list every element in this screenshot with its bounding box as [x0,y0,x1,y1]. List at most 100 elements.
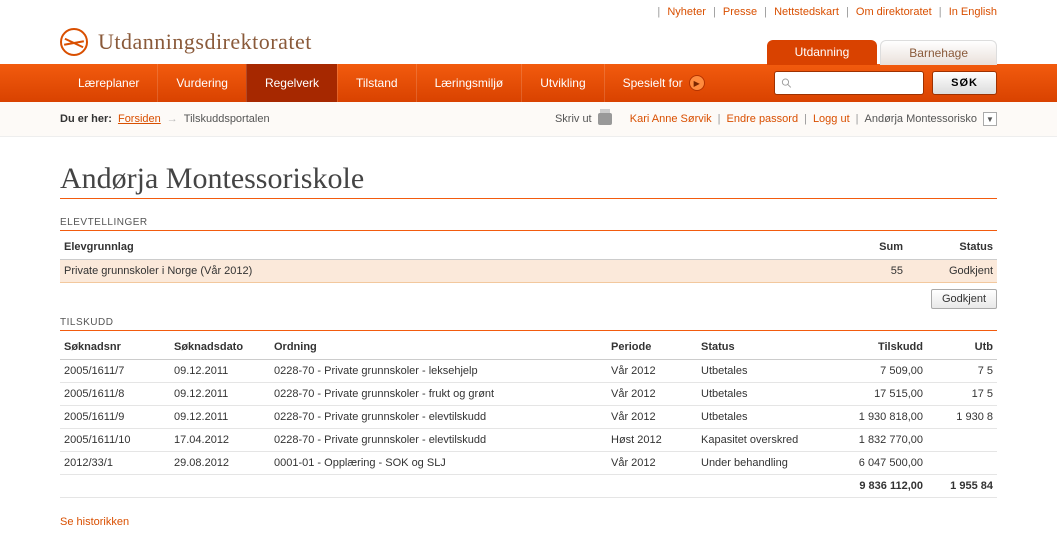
nav-laringsmiljo[interactable]: Læringsmiljø [416,64,522,102]
change-password[interactable]: Endre passord [727,113,799,125]
table-row[interactable]: 2012/33/129.08.20120001-01 - Opplæring -… [60,452,997,475]
toplink-nettstedskart[interactable]: Nettstedskart [774,6,839,18]
cell-dato: 09.12.2011 [170,383,270,406]
main-nav: Læreplaner Vurdering Regelverk Tilstand … [0,64,1057,102]
nav-spesielt-label: Spesielt for [623,76,683,90]
cell-ordning: 0228-70 - Private grunnskoler - elevtils… [270,429,607,452]
cell-status: Kapasitet overskred [697,429,827,452]
elev-grunnlag: Private grunnskoler i Norge (Vår 2012) [60,260,827,283]
col-ordning: Ordning [270,335,607,360]
cell-status: Utbetales [697,406,827,429]
toplink-om[interactable]: Om direktoratet [856,6,932,18]
cell-ordning: 0228-70 - Private grunnskoler - leksehje… [270,360,607,383]
cell-dato: 29.08.2012 [170,452,270,475]
cell-nr: 2005/1611/8 [60,383,170,406]
cell-periode: Vår 2012 [607,406,697,429]
header: Utdanningsdirektoratet Utdanning Barneha… [0,18,1057,64]
col-sum: Sum [827,235,907,260]
total-utb: 1 955 84 [927,475,997,498]
search-box[interactable] [774,71,924,95]
col-soknadsnr: Søknadsnr [60,335,170,360]
nav-spesielt-for[interactable]: Spesielt for ▶ [604,64,723,102]
table-row[interactable]: 2005/1611/709.12.20110228-70 - Private g… [60,360,997,383]
cell-periode: Vår 2012 [607,452,697,475]
cell-tilskudd: 17 515,00 [827,383,927,406]
col-periode: Periode [607,335,697,360]
nav-regelverk[interactable]: Regelverk [246,64,337,102]
cell-utb: 7 5 [927,360,997,383]
table-row[interactable]: 2005/1611/809.12.20110228-70 - Private g… [60,383,997,406]
cell-nr: 2012/33/1 [60,452,170,475]
brand-text: Utdanningsdirektoratet [98,29,312,55]
cell-status: Utbetales [697,360,827,383]
elev-sum: 55 [827,260,907,283]
org-dropdown-icon[interactable]: ▼ [983,112,997,126]
search-icon [781,77,792,89]
nav-search: SØK [774,64,1057,102]
cell-ordning: 0228-70 - Private grunnskoler - elevtils… [270,406,607,429]
page-title: Andørja Montessoriskole [60,162,997,199]
arrow-icon: → [167,113,178,125]
elev-row[interactable]: Private grunnskoler i Norge (Vår 2012) 5… [60,260,997,283]
logout[interactable]: Logg ut [813,113,850,125]
cell-nr: 2005/1611/7 [60,360,170,383]
col-elevgrunnlag: Elevgrunnlag [60,235,827,260]
nav-vurdering[interactable]: Vurdering [157,64,246,102]
tab-barnehage[interactable]: Barnehage [880,40,997,65]
historikk-link[interactable]: Se historikken [60,516,129,528]
elev-table: Elevgrunnlag Sum Status Private grunnsko… [60,235,997,283]
col-soknadsdato: Søknadsdato [170,335,270,360]
cell-tilskudd: 6 047 500,00 [827,452,927,475]
nav-laereplaner[interactable]: Læreplaner [60,64,157,102]
cell-dato: 09.12.2011 [170,406,270,429]
tab-utdanning[interactable]: Utdanning [767,40,878,65]
total-row: 9 836 112,00 1 955 84 [60,475,997,498]
cell-utb: 17 5 [927,383,997,406]
user-name[interactable]: Kari Anne Sørvik [630,113,712,125]
chevron-down-icon: ▶ [689,75,705,91]
cell-nr: 2005/1611/9 [60,406,170,429]
total-tilskudd: 9 836 112,00 [827,475,927,498]
cell-status: Utbetales [697,383,827,406]
section-tilskudd: TILSKUDD [60,317,997,331]
tilskudd-table: Søknadsnr Søknadsdato Ordning Periode St… [60,335,997,498]
toplink-presse[interactable]: Presse [723,6,757,18]
section-elevtellinger: ELEVTELLINGER [60,217,997,231]
col-tilskudd: Tilskudd [827,335,927,360]
print-label[interactable]: Skriv ut [555,113,592,125]
nav-utvikling[interactable]: Utvikling [521,64,603,102]
cell-status: Under behandling [697,452,827,475]
search-input[interactable] [796,77,917,89]
nav-tilstand[interactable]: Tilstand [337,64,416,102]
col-status-t: Status [697,335,827,360]
section-tabs: Utdanning Barnehage [764,40,997,65]
godkjent-button[interactable]: Godkjent [931,289,997,309]
org-name: Andørja Montessorisko [865,113,978,125]
col-status: Status [907,235,997,260]
elev-status: Godkjent [907,260,997,283]
logo-icon [60,28,88,56]
cell-utb [927,429,997,452]
col-utb: Utb [927,335,997,360]
cell-periode: Vår 2012 [607,383,697,406]
cell-ordning: 0001-01 - Opplæring - SOK og SLJ [270,452,607,475]
cell-dato: 09.12.2011 [170,360,270,383]
content: Andørja Montessoriskole ELEVTELLINGER El… [0,137,1057,548]
table-row[interactable]: 2005/1611/909.12.20110228-70 - Private g… [60,406,997,429]
crumb-bar: Du er her: Forsiden → Tilskuddsportalen … [0,102,1057,137]
cell-tilskudd: 1 832 770,00 [827,429,927,452]
table-row[interactable]: 2005/1611/1017.04.20120228-70 - Private … [60,429,997,452]
cell-utb [927,452,997,475]
print-icon[interactable] [598,113,612,125]
toplink-english[interactable]: In English [949,6,997,18]
cell-nr: 2005/1611/10 [60,429,170,452]
toplink-nyheter[interactable]: Nyheter [667,6,706,18]
cell-ordning: 0228-70 - Private grunnskoler - frukt og… [270,383,607,406]
breadcrumb-home[interactable]: Forsiden [118,113,161,125]
search-button[interactable]: SØK [932,71,997,95]
cell-tilskudd: 1 930 818,00 [827,406,927,429]
cell-dato: 17.04.2012 [170,429,270,452]
cell-tilskudd: 7 509,00 [827,360,927,383]
cell-utb: 1 930 8 [927,406,997,429]
breadcrumb-current: Tilskuddsportalen [184,113,270,125]
